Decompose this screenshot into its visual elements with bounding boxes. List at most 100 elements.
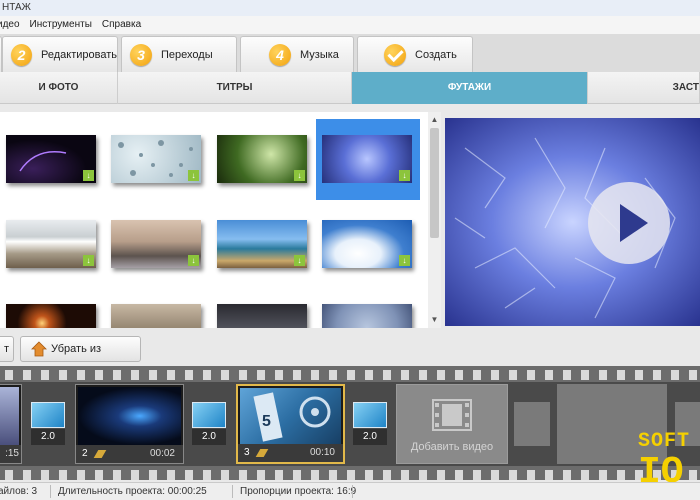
transition-icon [192,402,226,428]
svg-text:5: 5 [262,413,271,430]
status-separator [50,485,51,498]
step-label: Переходы [161,48,213,61]
download-icon: ↓ [188,170,199,181]
footage-thumbnail[interactable] [111,304,201,328]
window-title: НТАЖ [2,2,31,13]
scroll-down-icon[interactable]: ▼ [428,314,441,326]
clip-info-bar: :15 [0,445,21,463]
scroll-up-icon[interactable]: ▲ [428,114,441,126]
menu-bar: идео Инструменты Справка [0,16,700,34]
add-video-label: Добавить видео [410,441,494,453]
download-icon: ↓ [83,255,94,266]
footage-thumbnail[interactable]: ↓ [217,135,307,183]
status-aspect-ratio: Пропорции проекта: 16:9 [240,486,357,497]
footage-thumbnail[interactable]: ↓ [6,220,96,268]
footage-thumbnail-selected[interactable]: ↓ [322,135,412,183]
timeline-transition[interactable]: 2.0 [192,402,226,446]
transition-duration: 2.0 [353,429,387,445]
step-tab-music[interactable]: 4 Музыка [240,36,354,72]
download-icon: ↓ [294,255,305,266]
status-file-count: айлов: 3 [0,486,38,497]
clip-duration: 00:02 [149,448,175,459]
add-video-slot[interactable]: Добавить видео [396,384,508,464]
footage-thumbnail[interactable] [217,304,307,328]
step-tab-transitions[interactable]: 3 Переходы [121,36,237,72]
status-project-duration: Длительность проекта: 00:00:25 [58,486,207,497]
window-title-bar: НТАЖ [0,0,700,16]
step-label: Создать [415,48,457,61]
tab-titles[interactable]: ТИТРЫ [118,72,352,104]
clip-duration: 00:10 [309,447,335,458]
timeline-clip-selected[interactable]: 5 3 00:10 [236,384,345,464]
transition-icon [353,402,387,428]
remove-house-icon [31,341,47,357]
clip-thumbnail [0,387,19,445]
tab-photo[interactable]: И ФОТО [0,72,118,104]
menu-tools[interactable]: Инструменты [30,16,92,34]
download-icon: ↓ [399,255,410,266]
film-strip-icon [432,399,472,431]
step-tab-edit[interactable]: 2 Редактировать [2,36,118,72]
edit-pencil-icon[interactable] [255,449,269,457]
tab-intros[interactable]: ЗАСТ [588,72,700,104]
transition-duration: 2.0 [192,429,226,445]
timeline-transition[interactable]: 2.0 [353,402,387,446]
timeline-clip[interactable]: :15 [0,384,22,464]
clip-info-bar: 3 00:10 [238,444,343,462]
clip-info-bar: 2 00:02 [76,445,183,463]
svg-text:IQ: IQ [638,451,684,486]
film-reel-art: 5 [253,392,331,442]
footage-thumbnail[interactable]: ↓ [6,135,96,183]
film-perforation [0,470,700,480]
footage-thumbnail[interactable] [322,304,412,328]
softiq-watermark-logo: SOFT IQ [638,430,690,486]
video-preview[interactable] [445,118,700,326]
timeline-storyboard: :15 2.0 2 00:02 2.0 5 3 00:10 2.0 Добави… [0,366,700,480]
step-number-badge: 2 [11,43,32,66]
clip-thumbnail: 5 [240,388,341,446]
step-tabs: 2 Редактировать 3 Переходы 4 Музыка Созд… [0,34,700,72]
footage-thumbnail[interactable]: ↓ [322,220,412,268]
transition-duration: 2.0 [31,429,65,445]
gallery-scrollbar[interactable]: ▲ ▼ [428,112,441,328]
step-number-badge: 4 [269,43,291,66]
transition-icon [31,402,65,428]
clip-index: 3 [244,447,250,458]
footage-thumbnail[interactable]: ↓ [111,220,201,268]
status-separator [352,485,353,498]
checkmark-icon [384,43,406,66]
step-label: Музыка [300,48,339,61]
remove-from-project-button[interactable]: Убрать из проекта [20,336,141,379]
add-to-project-button[interactable]: т [0,336,14,362]
film-perforation [0,370,700,380]
menu-help[interactable]: Справка [102,16,141,34]
step-label: Редактировать [41,48,117,61]
footage-thumbnail[interactable]: ↓ [111,135,201,183]
download-icon: ↓ [188,255,199,266]
step-number-badge: 3 [130,43,152,66]
category-tabs: И ФОТО ТИТРЫ ФУТАЖИ ЗАСТ [0,72,700,104]
project-actions: т Убрать из проекта [0,334,700,379]
svg-text:SOFT: SOFT [638,430,690,453]
download-icon: ↓ [399,170,410,181]
menu-video[interactable]: идео [0,16,20,34]
download-icon: ↓ [294,170,305,181]
footage-thumbnail[interactable] [6,304,96,328]
status-bar: айлов: 3 Длительность проекта: 00:00:25 … [0,482,700,500]
footage-gallery: ↓ ↓ ↓ ↓ ↓ ↓ ↓ ↓ [0,112,428,328]
download-icon: ↓ [83,170,94,181]
clip-thumbnail [78,387,181,445]
tab-footage[interactable]: ФУТАЖИ [352,72,588,104]
scrollbar-thumb[interactable] [430,128,439,238]
play-icon[interactable] [588,182,670,264]
footage-thumbnail[interactable]: ↓ [217,220,307,268]
empty-transition-slot [514,402,550,446]
status-separator [232,485,233,498]
clip-index: 2 [82,448,88,459]
timeline-transition[interactable]: 2.0 [31,402,65,446]
step-tab-create[interactable]: Создать [357,36,473,72]
timeline-clip[interactable]: 2 00:02 [75,384,184,464]
button-label: т [3,343,9,355]
edit-pencil-icon[interactable] [93,450,107,458]
clip-duration: :15 [5,448,19,459]
